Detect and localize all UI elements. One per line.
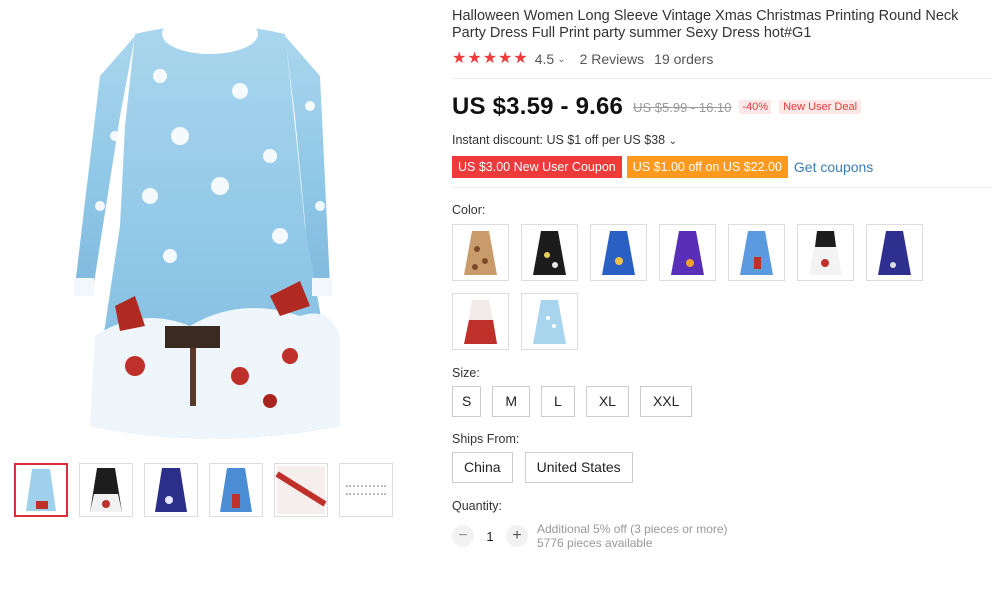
new-user-coupon[interactable]: US $3.00 New User Coupon — [452, 156, 622, 178]
main-product-image[interactable] — [40, 6, 380, 446]
color-swatch-pale-blue[interactable] — [521, 293, 578, 350]
current-price: US $3.59 - 9.66 — [452, 93, 624, 120]
color-swatch-red-print[interactable] — [452, 293, 509, 350]
product-gallery — [0, 0, 420, 597]
ships-from-label: Ships From: — [452, 432, 520, 446]
instant-discount-text: Instant discount: US $1 off per US $38 — [452, 133, 666, 147]
color-swatch-purple-print[interactable] — [659, 224, 716, 281]
orders-count: 19 orders — [654, 51, 714, 67]
product-info: Halloween Women Long Sleeve Vintage Xmas… — [452, 0, 992, 550]
size-option-l[interactable]: L — [541, 386, 575, 417]
color-swatch-navy-print[interactable] — [866, 224, 923, 281]
chevron-down-icon[interactable]: ⌄ — [557, 54, 565, 65]
color-swatch-black-print[interactable] — [521, 224, 578, 281]
bulk-discount-text: Additional 5% off (3 pieces or more) — [537, 522, 728, 536]
star-icon: ★ — [513, 50, 528, 67]
thumbnail-1[interactable] — [14, 463, 68, 517]
thumbnail-3[interactable] — [144, 463, 198, 517]
color-label: Color: — [452, 203, 486, 217]
product-title: Halloween Women Long Sleeve Vintage Xmas… — [452, 8, 959, 41]
star-icon: ★ — [482, 50, 498, 67]
size-option-xl[interactable]: XL — [585, 386, 629, 417]
quantity-increase-button[interactable]: + — [506, 525, 528, 547]
color-swatch-tan-floral[interactable] — [452, 224, 509, 281]
quantity-label: Quantity: — [452, 499, 503, 513]
ships-from-options: China United States — [452, 452, 992, 483]
divider — [452, 187, 992, 188]
color-swatch-lightblue-print[interactable] — [728, 224, 785, 281]
ships-from-united-states[interactable]: United States — [524, 452, 633, 483]
star-icon: ★ — [467, 50, 482, 67]
quantity-info: Additional 5% off (3 pieces or more) 577… — [537, 522, 728, 550]
star-icon: ★ — [498, 50, 513, 67]
divider — [452, 78, 992, 79]
size-options: S M L XL XXL — [452, 386, 992, 417]
price-row: US $3.59 - 9.66 US $5.99 - 16.10 -40% Ne… — [452, 90, 992, 124]
size-option-xxl[interactable]: XXL — [639, 386, 693, 417]
ships-from-china[interactable]: China — [452, 452, 513, 483]
discount-badge: -40% — [739, 100, 772, 114]
size-option-s[interactable]: S — [452, 386, 482, 417]
color-swatch-white-black[interactable] — [797, 224, 854, 281]
coupons-row: US $3.00 New User Coupon US $1.00 off on… — [452, 156, 992, 178]
color-swatches — [452, 224, 932, 350]
instant-discount[interactable]: Instant discount: US $1 off per US $38 ⌄ — [452, 133, 992, 147]
chevron-down-icon: ⌄ — [668, 136, 677, 147]
stock-available-text: 5776 pieces available — [537, 536, 653, 550]
thumbnail-2[interactable] — [79, 463, 133, 517]
size-option-m[interactable]: M — [492, 386, 531, 417]
thumbnail-strip — [14, 463, 393, 517]
quantity-input[interactable] — [474, 528, 506, 544]
size-chart-icon — [346, 485, 386, 495]
reviews-link[interactable]: 2 Reviews — [580, 51, 645, 67]
size-label: Size: — [452, 366, 480, 380]
thumbnail-6[interactable] — [339, 463, 393, 517]
get-coupons-link[interactable]: Get coupons — [794, 159, 873, 175]
color-swatch-blue-print[interactable] — [590, 224, 647, 281]
star-icon: ★ — [452, 50, 467, 67]
rating-value[interactable]: 4.5 — [535, 51, 554, 67]
thumbnail-4[interactable] — [209, 463, 263, 517]
quantity-stepper: − + Additional 5% off (3 pieces or more)… — [452, 522, 992, 550]
thumbnail-5[interactable] — [274, 463, 328, 517]
new-user-deal-badge: New User Deal — [779, 100, 862, 114]
rating-row: ★ ★ ★ ★ ★ 4.5 ⌄ 2 Reviews 19 orders — [452, 48, 992, 70]
original-price: US $5.99 - 16.10 — [633, 99, 732, 115]
store-coupon[interactable]: US $1.00 off on US $22.00 — [626, 156, 788, 178]
rating-stars: ★ ★ ★ ★ ★ — [452, 51, 528, 67]
quantity-decrease-button[interactable]: − — [452, 525, 474, 547]
